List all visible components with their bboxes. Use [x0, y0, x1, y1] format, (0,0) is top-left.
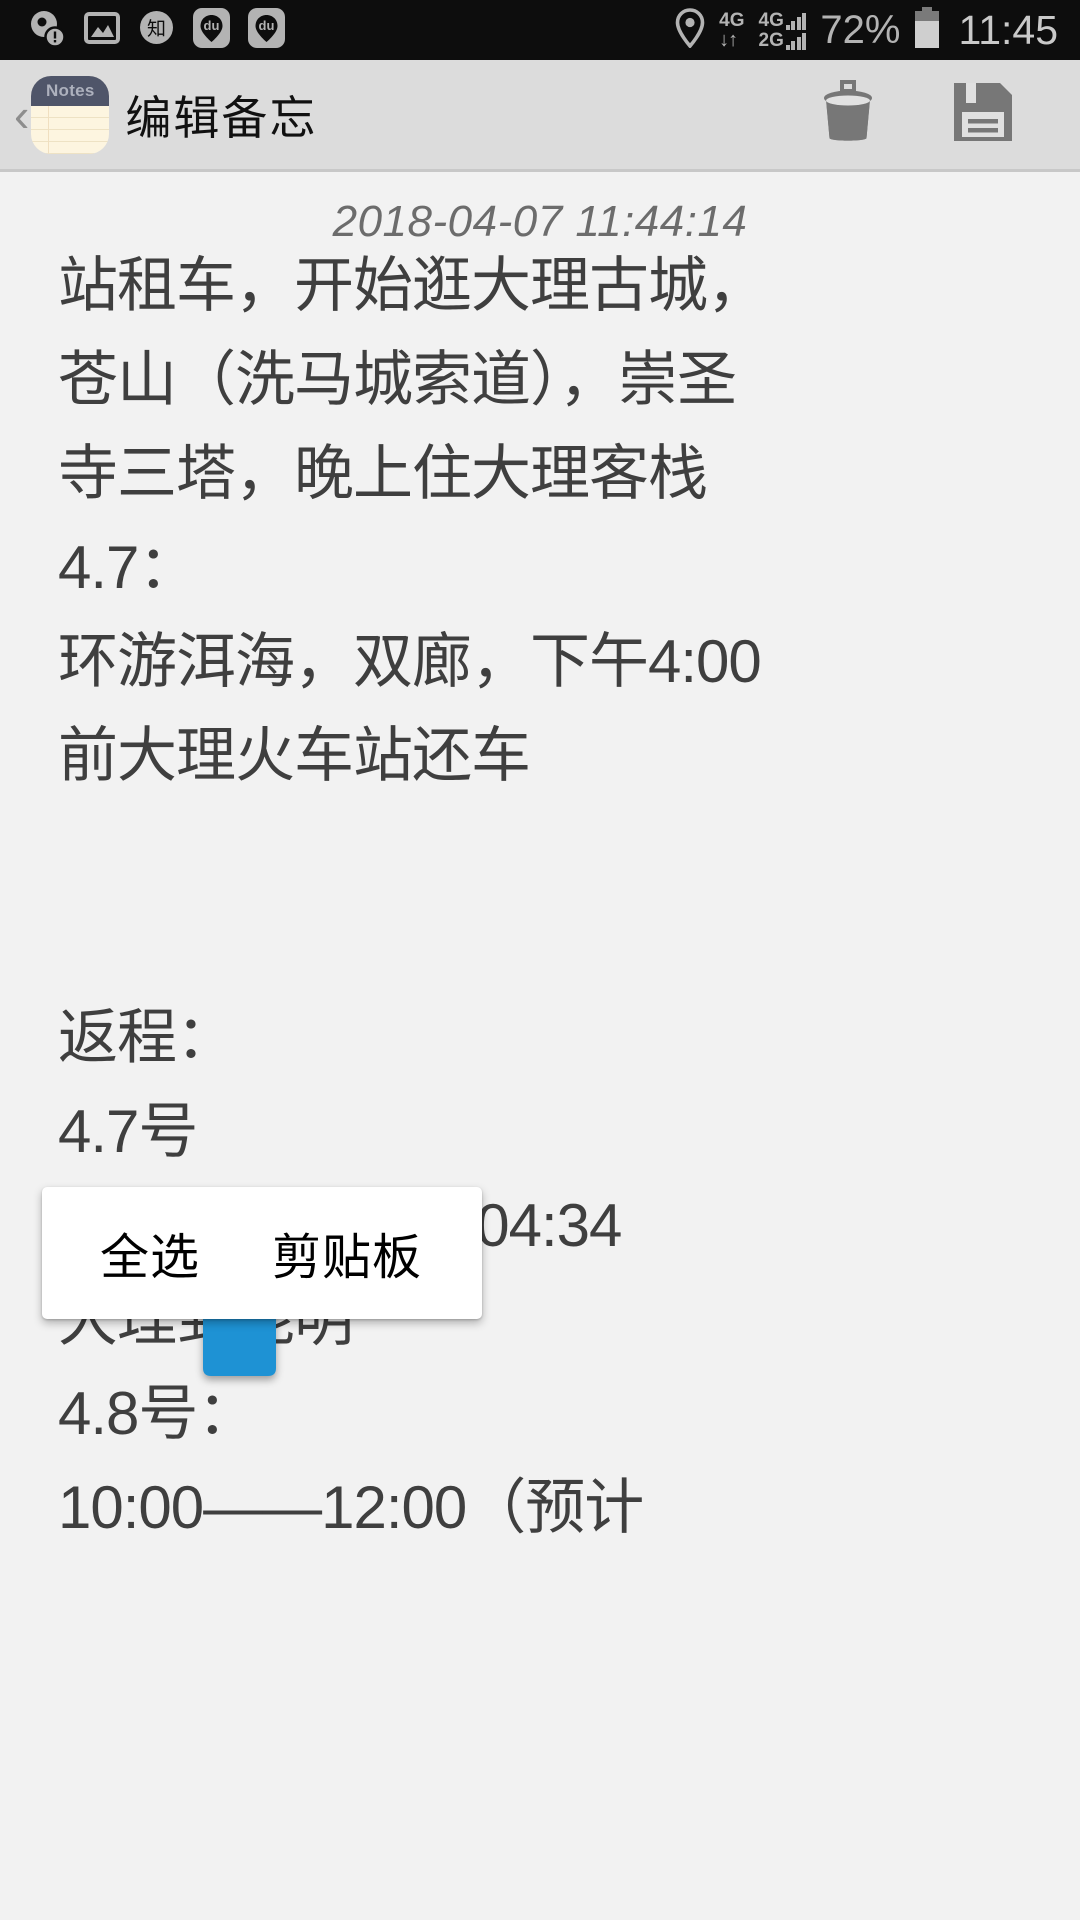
- sim1-data-arrows-icon: ↓↑: [719, 28, 738, 51]
- note-line[interactable]: 环游洱海，双廊，下午4:00: [58, 615, 1040, 709]
- action-bar-buttons: [820, 80, 1080, 149]
- sim1-network-indicator: 4G ↓↑: [719, 11, 744, 50]
- status-bar-system-icons: 4G ↓↑ 4G 2G 72% 11:45: [675, 6, 1058, 54]
- note-text-content[interactable]: 站租车，开始逛大理古城， 苍山（洗马城索道），崇圣 寺三塔，晚上住大理客栈 4.…: [0, 252, 1080, 1555]
- signal-bars-top-icon: [785, 12, 807, 30]
- svg-text:du: du: [259, 18, 275, 33]
- signal-bars-bottom-icon: [785, 32, 807, 50]
- note-line[interactable]: 4.8号：: [58, 1367, 1040, 1461]
- status-bar-notification-icons: 知 du du: [28, 7, 285, 53]
- svg-text:知: 知: [147, 18, 166, 40]
- sim1-network-label: 4G: [719, 9, 745, 31]
- location-pin-icon: [675, 7, 705, 53]
- note-line[interactable]: 4.7：: [58, 521, 1040, 615]
- baidu-app-icon: du: [248, 7, 285, 53]
- note-line[interactable]: [58, 897, 1040, 991]
- status-bar-clock: 11:45: [958, 6, 1058, 53]
- baidu-map-icon: du: [193, 7, 230, 53]
- note-line[interactable]: 苍山（洗马城索道），崇圣: [58, 333, 1040, 427]
- page-title: 编辑备忘: [125, 91, 318, 144]
- delete-icon[interactable]: [820, 80, 876, 149]
- media-error-icon: [28, 9, 66, 52]
- gallery-image-icon: [84, 10, 120, 51]
- svg-text:du: du: [204, 18, 220, 33]
- note-line[interactable]: 返程：: [58, 991, 1040, 1085]
- note-line[interactable]: 站租车，开始逛大理古城，: [58, 239, 1040, 333]
- sim2-network-label-bottom: 2G: [758, 29, 784, 51]
- note-line[interactable]: 4.7号: [58, 1085, 1040, 1179]
- sim2-network-label-top: 4G: [758, 9, 784, 31]
- text-context-menu[interactable]: 全选 剪贴板: [42, 1187, 482, 1319]
- status-bar: 知 du du 4G ↓↑ 4G 2G 72% 11:45: [0, 0, 1080, 60]
- note-editor[interactable]: 2018-04-07 11:44:14 站租车，开始逛大理古城， 苍山（洗马城索…: [0, 175, 1080, 1920]
- battery-percent-label: 72%: [820, 8, 901, 52]
- note-line[interactable]: 10:00——12:00（预计: [58, 1461, 1040, 1555]
- battery-icon: [914, 6, 940, 54]
- notes-app-icon: Notes: [31, 75, 110, 154]
- note-line[interactable]: [58, 803, 1040, 897]
- note-line[interactable]: 前大理火车站还车: [58, 709, 1040, 803]
- sim2-network-indicator: 4G 2G: [759, 11, 807, 50]
- save-icon[interactable]: [952, 81, 1014, 148]
- back-button[interactable]: ‹: [14, 92, 29, 138]
- select-all-button[interactable]: 全选: [100, 1218, 200, 1289]
- note-line[interactable]: 寺三塔，晚上住大理客栈: [58, 427, 1040, 521]
- note-timestamp: 2018-04-07 11:44:14: [332, 197, 748, 246]
- zhihu-app-icon: 知: [138, 9, 175, 51]
- clipboard-button[interactable]: 剪贴板: [272, 1218, 422, 1289]
- action-bar: ‹ Notes 编辑备忘: [0, 60, 1080, 172]
- app-icon-label: Notes: [45, 80, 95, 100]
